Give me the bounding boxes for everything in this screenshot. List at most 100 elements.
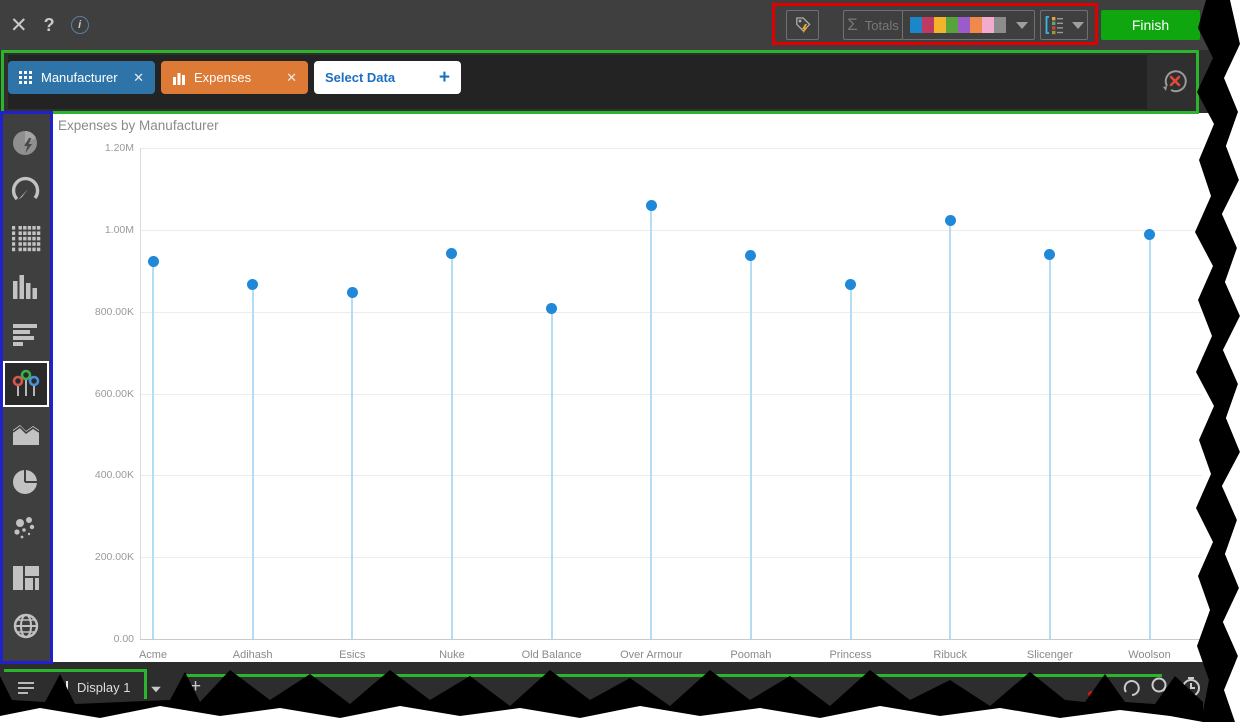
add-sheet-button[interactable]: + <box>190 676 201 698</box>
legend-dropdown[interactable] <box>1040 10 1088 40</box>
lollipop-stem <box>252 284 254 639</box>
lollipop-point[interactable] <box>446 248 457 259</box>
palette-swatch <box>994 17 1006 33</box>
gauge-icon <box>10 175 42 207</box>
lollipop-point[interactable] <box>347 287 358 298</box>
lollipop-point[interactable] <box>247 279 258 290</box>
data-chip-select-data[interactable]: Select Data + <box>314 61 461 94</box>
lollipop-stem <box>351 292 353 639</box>
history-clock-icon[interactable] <box>1180 676 1202 703</box>
help-icon[interactable]: ? <box>44 15 55 36</box>
x-category-label: Adihash <box>205 649 301 661</box>
chart-type-smart-chart[interactable] <box>3 121 49 164</box>
chip-label: Select Data <box>325 70 433 85</box>
hbar-chart-icon <box>10 319 42 351</box>
palette-swatch <box>946 17 958 33</box>
y-tick-label: 1.20M <box>74 142 134 154</box>
visualization-editor-window: ✕ ? i Σ Totals <box>0 0 1241 722</box>
globe-icon <box>10 610 42 642</box>
undo-remove-icon <box>1158 64 1192 98</box>
bars-icon <box>172 71 186 85</box>
close-icon[interactable]: ✕ <box>10 15 28 36</box>
undo-arc-icon[interactable] <box>1122 678 1142 703</box>
color-palette-swatches <box>910 17 1006 33</box>
area-chart-icon <box>10 418 42 450</box>
x-category-label: Old Balance <box>504 649 600 661</box>
chip-add-icon[interactable]: + <box>439 68 450 87</box>
annotation-green-line <box>184 674 1162 677</box>
lollipop-point[interactable] <box>1044 249 1055 260</box>
chart-type-area-chart[interactable] <box>3 412 49 455</box>
legend-list-icon <box>1044 14 1064 36</box>
x-category-label: Nuke <box>404 649 500 661</box>
x-category-label: Woolson <box>1102 649 1198 661</box>
top-toolbar: ✕ ? i Σ Totals <box>0 0 1241 50</box>
lollipop-stem <box>551 309 553 639</box>
lollipop-point[interactable] <box>745 250 756 261</box>
chip-close-icon[interactable]: ✕ <box>133 70 144 86</box>
y-tick-label: 600.00K <box>74 388 134 400</box>
chart-canvas[interactable]: Expenses by Manufacturer 0.00200.00K400.… <box>52 113 1241 662</box>
hamburger-icon[interactable] <box>18 681 34 700</box>
palette-swatch <box>910 17 922 33</box>
chip-label: Manufacturer <box>41 70 127 85</box>
chart-tab-icon <box>55 681 70 701</box>
chevron-down-icon <box>1072 22 1084 29</box>
lollipop-point[interactable] <box>148 256 159 267</box>
edit-pencil-icon[interactable] <box>1088 678 1110 705</box>
y-gridline <box>140 230 1202 231</box>
y-tick-label: 1.00M <box>74 224 134 236</box>
lollipop-stem <box>1049 254 1051 639</box>
chart-title: Expenses by Manufacturer <box>58 118 219 133</box>
data-chip-manufacturer[interactable]: Manufacturer ✕ <box>8 61 155 94</box>
lollipop-point[interactable] <box>945 215 956 226</box>
grid-icon <box>19 71 33 85</box>
chip-label: Expenses <box>194 70 280 85</box>
totals-button[interactable]: Σ Totals <box>843 10 903 40</box>
search-icon[interactable] <box>1150 676 1172 703</box>
chart-type-bar-chart[interactable] <box>3 313 49 356</box>
reset-visualization-button[interactable] <box>1158 64 1192 98</box>
sigma-icon: Σ <box>847 15 858 35</box>
chart-type-lollipop-chart[interactable] <box>3 361 49 407</box>
lollipop-stem <box>152 261 154 639</box>
chart-type-column-chart[interactable] <box>3 265 49 308</box>
chip-close-icon[interactable]: ✕ <box>286 70 297 86</box>
chart-type-pie-chart[interactable] <box>3 460 49 503</box>
lollipop-icon <box>9 367 43 401</box>
chart-type-sidebar <box>0 113 52 663</box>
chart-type-map[interactable] <box>3 604 49 647</box>
lollipop-stem <box>750 256 752 639</box>
x-axis-line <box>140 639 1202 640</box>
chart-type-scatter-chart[interactable] <box>3 508 49 551</box>
annotation-green-line <box>184 674 187 718</box>
finish-button[interactable]: Finish <box>1101 10 1200 40</box>
tag-lightning-icon <box>792 14 814 36</box>
chart-type-treemap[interactable] <box>3 556 49 599</box>
chart-type-gauge[interactable] <box>3 169 49 212</box>
color-palette-dropdown[interactable] <box>902 10 1035 40</box>
lollipop-stem <box>1149 234 1151 639</box>
treemap-icon <box>10 562 42 594</box>
y-gridline <box>140 557 1202 558</box>
lollipop-point[interactable] <box>646 200 657 211</box>
y-gridline <box>140 312 1202 313</box>
info-icon[interactable]: i <box>71 16 89 34</box>
caret-down-icon[interactable] <box>151 687 161 693</box>
sheet-tab-label[interactable]: Display 1 <box>77 680 130 695</box>
x-category-label: Over Armour <box>603 649 699 661</box>
data-chip-expenses[interactable]: Expenses ✕ <box>161 61 308 94</box>
annotation-green-line <box>4 669 147 672</box>
lollipop-point[interactable] <box>845 279 856 290</box>
pivot-grid-icon <box>10 223 42 255</box>
x-category-label: Ribuck <box>902 649 998 661</box>
y-gridline <box>140 148 1202 149</box>
x-category-label: Esics <box>304 649 400 661</box>
y-tick-label: 0.00 <box>74 633 134 645</box>
lollipop-stem <box>850 285 852 639</box>
x-category-label: Acme <box>105 649 201 661</box>
chart-type-pivot-grid[interactable] <box>3 217 49 260</box>
y-tick-label: 200.00K <box>74 551 134 563</box>
quick-actions-button[interactable] <box>786 10 819 40</box>
lollipop-point[interactable] <box>1144 229 1155 240</box>
